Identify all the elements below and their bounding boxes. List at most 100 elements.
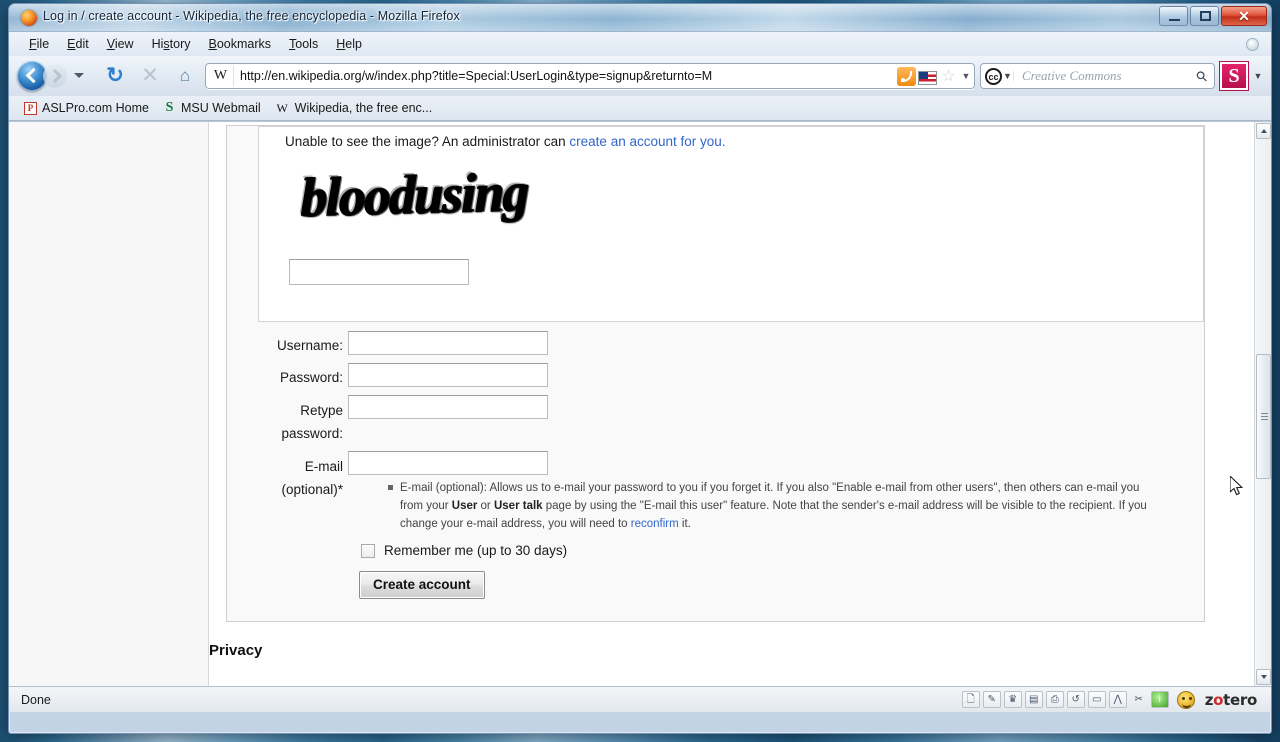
wiki-sidebar	[9, 122, 209, 686]
title-bar[interactable]: Log in / create account - Wikipedia, the…	[9, 4, 1271, 32]
chevron-down-icon[interactable]	[74, 73, 84, 78]
menu-edit[interactable]: Edit	[59, 35, 97, 53]
stumbleupon-extension-icon[interactable]: S	[1220, 62, 1248, 90]
scrollbar-thumb[interactable]	[1256, 354, 1271, 479]
retype-password-input[interactable]	[348, 395, 548, 419]
undo-icon[interactable]: ↺	[1066, 691, 1085, 708]
chevron-up-icon	[1261, 129, 1267, 133]
signup-form: Username: Password: Retype password: E-m…	[258, 331, 1204, 621]
zotero-label[interactable]: zotero	[1205, 691, 1258, 709]
help-text-2: or	[477, 500, 494, 512]
menu-history[interactable]: History	[144, 35, 199, 53]
screen: Log in / create account - Wikipedia, the…	[0, 0, 1280, 742]
remember-me-label: Remember me (up to 30 days)	[384, 543, 568, 558]
captcha-answer-input[interactable]	[289, 259, 469, 285]
email-label: E-mail (optional)*	[281, 459, 343, 497]
status-text: Done	[21, 692, 51, 707]
url-bar[interactable]: W http://en.wikipedia.org/w/index.php?ti…	[205, 63, 975, 89]
toolbar-overflow-icon[interactable]	[1246, 38, 1259, 51]
chart-icon[interactable]: ⋀	[1108, 691, 1127, 708]
forward-button[interactable]	[43, 64, 67, 88]
url-dropdown-icon[interactable]: ▼	[960, 67, 972, 86]
email-help-item: E-mail (optional): Allows us to e-mail y…	[386, 479, 1164, 533]
new-document-icon[interactable]: 🗋	[961, 691, 980, 708]
create-account-button[interactable]: Create account	[359, 571, 485, 599]
username-label: Username:	[276, 338, 343, 353]
restore-button[interactable]	[1190, 6, 1219, 26]
us-flag-icon[interactable]	[918, 70, 937, 85]
remember-me-checkbox[interactable]	[361, 543, 375, 558]
captcha-note-text: Unable to see the image? An administrato…	[285, 134, 570, 149]
scroll-up-button[interactable]	[1256, 123, 1271, 139]
reconfirm-link[interactable]: reconfirm	[631, 518, 679, 530]
minimize-button[interactable]	[1159, 6, 1188, 26]
firefox-logo-icon	[21, 10, 37, 26]
note-icon[interactable]: ▭	[1087, 691, 1106, 708]
password-input[interactable]	[348, 363, 548, 387]
field-row-password: Password:	[258, 363, 548, 389]
rss-feed-icon[interactable]	[897, 66, 916, 86]
bookmark-aslpro[interactable]: P ASLPro.com Home	[19, 99, 154, 117]
field-row-retype-password: Retype password:	[258, 395, 548, 445]
remember-me-row[interactable]: Remember me (up to 30 days)	[361, 543, 567, 558]
help-bold-user: User	[451, 500, 478, 512]
zotero-face-icon[interactable]	[1176, 690, 1195, 709]
bookmarks-toolbar: P ASLPro.com Home S MSU Webmail W Wikipe…	[9, 96, 1271, 121]
url-input[interactable]: http://en.wikipedia.org/w/index.php?titl…	[234, 69, 897, 83]
status-bar: Done 🗋 ✎ ♛ ▤ ⎙ ↺ ▭ ⋀ ✂ i zotero	[9, 686, 1271, 712]
retype-password-label: Retype password:	[281, 403, 343, 441]
page-viewport: Unable to see the image? An administrato…	[9, 121, 1271, 686]
bookmark-msu-webmail[interactable]: S MSU Webmail	[158, 99, 266, 117]
home-button[interactable]: ⌂	[170, 61, 200, 91]
search-bar[interactable]: cc ▼ Creative Commons ⚲	[980, 63, 1215, 89]
help-bold-usertalk: User talk	[493, 500, 543, 512]
mouse-cursor	[1230, 476, 1244, 496]
search-icon[interactable]: ⚲	[1188, 62, 1217, 91]
bookmark-label: MSU Webmail	[180, 101, 261, 115]
chevron-down-icon	[1261, 675, 1267, 679]
reload-button[interactable]: ↻	[100, 61, 130, 91]
bookmark-label: ASLPro.com Home	[42, 101, 149, 115]
username-input[interactable]	[348, 331, 548, 355]
create-account-for-you-link[interactable]: create an account for you.	[569, 134, 725, 149]
menu-file[interactable]: File	[21, 35, 57, 53]
close-button[interactable]: ✕	[1221, 6, 1267, 26]
info-icon[interactable]: i	[1150, 691, 1169, 708]
search-engine-dropdown-icon[interactable]: ▼	[1002, 71, 1014, 81]
email-input[interactable]	[348, 451, 548, 475]
window-title: Log in / create account - Wikipedia, the…	[43, 9, 460, 23]
captcha-image: bloodusing	[301, 161, 528, 229]
creative-commons-icon[interactable]: cc	[985, 67, 1002, 85]
field-row-username: Username:	[258, 331, 548, 357]
bookmark-label: Wikipedia, the free enc...	[294, 101, 433, 115]
printer-icon[interactable]: ⎙	[1045, 691, 1064, 708]
pen-icon[interactable]: ✎	[982, 691, 1001, 708]
back-forward-group	[17, 61, 95, 91]
window-controls: ✕	[1159, 6, 1267, 26]
captcha-note: Unable to see the image? An administrato…	[285, 134, 726, 149]
bookmark-wikipedia[interactable]: W Wikipedia, the free enc...	[270, 99, 438, 117]
msu-favicon-icon: S	[165, 100, 174, 115]
menu-bookmarks[interactable]: Bookmarks	[201, 35, 280, 53]
page-scrollbar[interactable]	[1254, 122, 1271, 686]
menu-help[interactable]: Help	[328, 35, 370, 53]
privacy-heading: Privacy	[209, 642, 263, 659]
save-icon[interactable]: ▤	[1024, 691, 1043, 708]
close-icon: ✕	[1238, 8, 1250, 24]
search-input[interactable]: Creative Commons	[1014, 68, 1190, 84]
wiki-content: Unable to see the image? An administrato…	[209, 122, 1271, 686]
captcha-panel: Unable to see the image? An administrato…	[258, 126, 1204, 322]
signup-content-box: Unable to see the image? An administrato…	[226, 125, 1205, 622]
trophy-icon[interactable]: ♛	[1003, 691, 1022, 708]
stop-button[interactable]: ✕	[135, 61, 165, 91]
site-favicon-icon: W	[208, 65, 234, 87]
menu-view[interactable]: View	[99, 35, 142, 53]
tools-icon[interactable]: ✂	[1130, 691, 1148, 708]
aslpro-favicon-icon: P	[24, 101, 37, 115]
email-help-list: E-mail (optional): Allows us to e-mail y…	[386, 479, 1164, 533]
toolbar-overflow-caret-icon[interactable]: ▼	[1253, 71, 1263, 81]
navigation-toolbar: ↻ ✕ ⌂ W http://en.wikipedia.org/w/index.…	[9, 56, 1271, 96]
bookmark-star-icon[interactable]: ☆	[939, 67, 958, 86]
menu-tools[interactable]: Tools	[281, 35, 326, 53]
scroll-down-button[interactable]	[1256, 669, 1271, 685]
